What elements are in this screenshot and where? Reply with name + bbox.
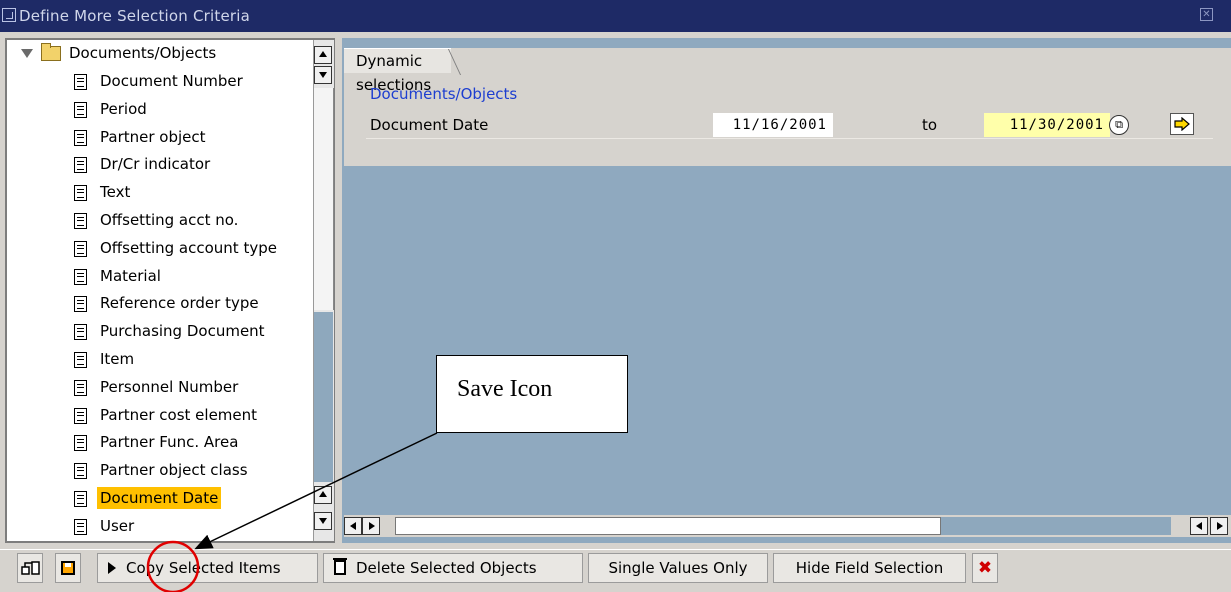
tree-item[interactable]: Document Number — [74, 68, 246, 95]
scroll-right-icon[interactable] — [362, 517, 380, 535]
title-bar: Define More Selection Criteria ✕ — [0, 0, 1231, 32]
delete-selected-objects-button[interactable]: Delete Selected Objects — [323, 553, 583, 583]
bottom-toolbar: Copy Selected Items Delete Selected Obje… — [0, 549, 1231, 588]
scroll-left-icon[interactable] — [1190, 517, 1208, 535]
scroll-down-icon[interactable] — [314, 512, 332, 530]
tree-item[interactable]: User — [74, 513, 137, 540]
close-icon[interactable]: ✕ — [1200, 8, 1213, 21]
row-divider — [366, 138, 1213, 139]
single-values-only-button[interactable]: Single Values Only — [588, 553, 768, 583]
tree-vertical-scrollbar[interactable] — [313, 40, 334, 541]
document-icon — [74, 295, 87, 312]
tree-item[interactable]: Material — [74, 263, 164, 290]
document-icon — [74, 434, 87, 451]
copy-selected-items-button[interactable]: Copy Selected Items — [97, 553, 318, 583]
scroll-right-icon[interactable] — [1210, 517, 1228, 535]
save-icon — [61, 560, 75, 575]
hierarchy-button[interactable] — [17, 553, 43, 583]
annotation-callout: Save Icon — [436, 355, 628, 433]
window-icon — [2, 8, 16, 22]
annotation-text: Save Icon — [457, 376, 553, 402]
document-icon — [74, 184, 87, 201]
selection-workarea: Dynamic selections Documents/Objects Doc… — [342, 38, 1231, 543]
to-label: to — [922, 116, 938, 134]
tree-item[interactable]: Partner Func. Area — [74, 429, 241, 456]
document-icon — [74, 490, 87, 507]
tree-item[interactable]: Offsetting acct no. — [74, 207, 241, 234]
document-icon — [74, 129, 87, 146]
group-title: Documents/Objects — [370, 85, 518, 103]
cancel-x-icon: ✖ — [977, 558, 993, 578]
arrow-right-icon[interactable] — [1170, 113, 1194, 135]
field-tree[interactable]: Documents/Objects Document Number Period… — [5, 38, 335, 543]
tree-item[interactable]: Item — [74, 346, 137, 373]
document-icon — [74, 268, 87, 285]
window-title: Define More Selection Criteria — [19, 7, 251, 25]
scroll-track[interactable] — [941, 517, 1171, 535]
document-icon — [74, 518, 87, 535]
tree-item[interactable]: Personnel Number — [74, 374, 241, 401]
folder-icon — [41, 43, 61, 61]
tree-item[interactable]: Text — [74, 179, 133, 206]
tree-root[interactable]: Documents/Objects — [21, 40, 216, 67]
scroll-up-icon[interactable] — [314, 46, 332, 64]
document-icon — [74, 407, 87, 424]
expand-triangle-icon[interactable] — [21, 49, 33, 58]
document-icon — [74, 351, 87, 368]
tree-item[interactable]: Reference order type — [74, 290, 262, 317]
trash-icon — [333, 558, 347, 575]
date-to-field[interactable]: 11/30/2001 — [984, 113, 1110, 137]
document-icon — [74, 73, 87, 90]
tree-root-label: Documents/Objects — [69, 44, 217, 62]
cancel-button[interactable]: ✖ — [972, 553, 998, 583]
document-icon — [74, 156, 87, 173]
save-button[interactable] — [55, 553, 81, 583]
tree-item[interactable]: Purchasing Document — [74, 318, 268, 345]
document-icon — [74, 379, 87, 396]
tree-item[interactable]: Offsetting account type — [74, 235, 280, 262]
scroll-left-icon[interactable] — [344, 517, 362, 535]
tab-dynamic-selections[interactable]: Dynamic selections — [344, 48, 452, 94]
hierarchy-icon — [21, 561, 40, 575]
document-icon — [74, 212, 87, 229]
play-icon — [108, 561, 116, 574]
scroll-up-icon[interactable] — [314, 486, 332, 504]
horizontal-scrollbar[interactable] — [344, 515, 1231, 537]
document-icon — [74, 101, 87, 118]
hide-field-selection-button[interactable]: Hide Field Selection — [773, 553, 966, 583]
tree-item[interactable]: Partner cost element — [74, 402, 260, 429]
document-icon — [74, 240, 87, 257]
tree-item[interactable]: Partner object — [74, 124, 209, 151]
tree-item[interactable]: Period — [74, 96, 150, 123]
scroll-down-icon[interactable] — [314, 66, 332, 84]
date-from-field[interactable]: 11/16/2001 — [713, 113, 833, 137]
multiple-selection-icon[interactable]: ⧉ — [1109, 115, 1129, 135]
scroll-thumb[interactable] — [395, 517, 941, 535]
tree-item[interactable]: Dr/Cr indicator — [74, 151, 213, 178]
document-icon — [74, 323, 87, 340]
scroll-track[interactable] — [314, 312, 333, 482]
tree-item[interactable]: Partner object class — [74, 457, 251, 484]
field-label: Document Date — [370, 116, 489, 134]
scroll-thumb[interactable] — [314, 88, 334, 310]
tree-item-selected[interactable]: Document Date — [74, 485, 222, 512]
document-icon — [74, 462, 87, 479]
dynamic-selections-panel: Dynamic selections Documents/Objects Doc… — [344, 48, 1231, 166]
